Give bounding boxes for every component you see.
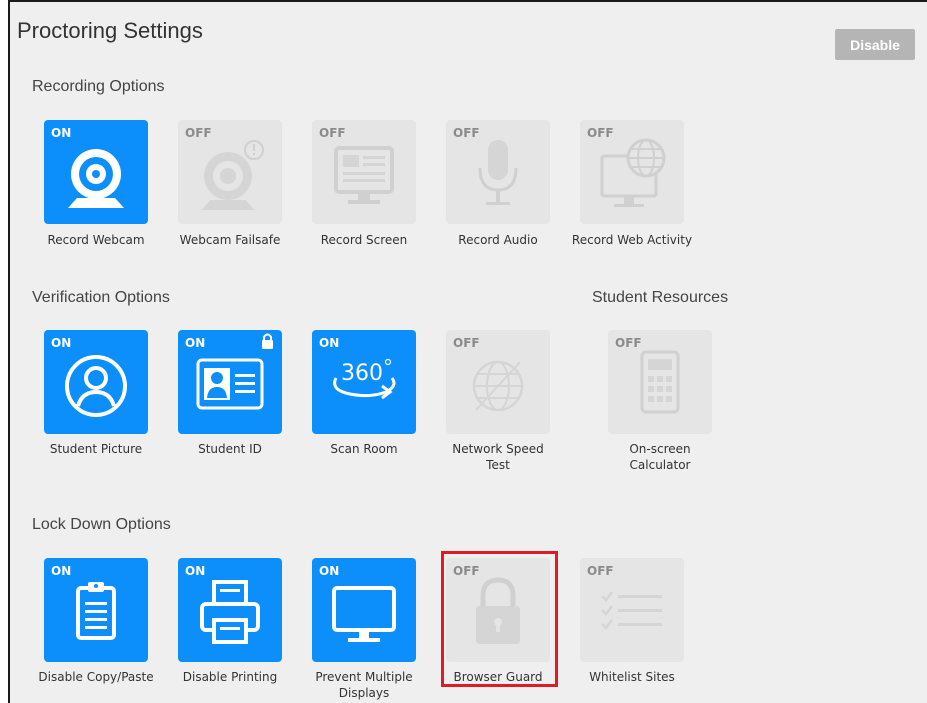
lock-icon [476, 577, 520, 644]
label-calculator: On-screen Calculator [598, 441, 722, 473]
label-webcam-failsafe: Webcam Failsafe [179, 233, 281, 247]
label-line: Displays [338, 686, 390, 700]
page-title: Proctoring Settings [17, 18, 203, 43]
section-title-resources: Student Resources [592, 289, 729, 306]
section-title-lockdown: Lock Down Options [32, 516, 171, 533]
label-record-screen: Record Screen [320, 233, 408, 247]
proctoring-settings-panel: Proctoring Settings Disable Recording Op… [8, 0, 927, 703]
label-network-speed: Network Speed Test [436, 441, 560, 473]
tile-record-webcam[interactable]: ON [44, 120, 148, 224]
tile-webcam-failsafe[interactable]: OFF [178, 120, 282, 224]
scan-room-icon-text: 360 [341, 361, 383, 386]
label-line: Network Speed [452, 442, 544, 456]
section-title-recording: Recording Options [32, 78, 165, 95]
user-circle-icon [65, 355, 127, 417]
tile-whitelist[interactable]: OFF [580, 558, 684, 662]
checklist-icon [601, 591, 662, 630]
tile-network-speed[interactable]: OFF [446, 330, 550, 434]
label-browser-guard: Browser Guard [453, 670, 543, 684]
tile-multiple-displays[interactable]: ON [312, 558, 416, 662]
rotate-360-icon: 360 [333, 358, 396, 400]
label-student-picture: Student Picture [49, 442, 143, 456]
webcam-icon [68, 149, 124, 208]
webcam-failsafe-icon [202, 140, 264, 210]
web-activity-icon [600, 138, 666, 207]
id-card-icon [196, 333, 273, 410]
tile-student-picture[interactable]: ON [44, 330, 148, 434]
monitor-icon [332, 586, 396, 642]
tile-scan-room[interactable]: ON 360 [312, 330, 416, 434]
label-whitelist: Whitelist Sites [589, 670, 675, 684]
screen-icon [334, 146, 394, 204]
clipboard-icon [76, 582, 116, 640]
label-record-webcam: Record Webcam [47, 233, 145, 247]
microphone-icon [478, 140, 518, 205]
tile-record-audio[interactable]: OFF [446, 120, 550, 224]
label-printing: Disable Printing [182, 670, 278, 684]
disable-button[interactable]: Disable [835, 29, 915, 60]
tile-browser-guard[interactable]: OFF [446, 558, 550, 662]
label-multiple-displays: Prevent Multiple Displays [302, 669, 426, 701]
label-line: Prevent Multiple [315, 670, 413, 684]
tile-copy-paste[interactable]: ON [44, 558, 148, 662]
printer-icon [200, 580, 260, 644]
label-record-audio: Record Audio [458, 233, 538, 247]
section-title-verification: Verification Options [32, 289, 170, 306]
tile-student-id[interactable]: ON [178, 330, 282, 434]
label-scan-room: Scan Room [330, 442, 398, 456]
label-line: On-screen [629, 442, 691, 456]
label-line: Test [486, 458, 510, 472]
label-student-id: Student ID [198, 442, 262, 456]
label-line: Calculator [629, 458, 691, 472]
tile-printing[interactable]: ON [178, 558, 282, 662]
tile-calculator[interactable]: OFF [608, 330, 712, 434]
tile-record-web-activity[interactable]: OFF [580, 120, 684, 224]
label-copy-paste: Disable Copy/Paste [38, 670, 154, 684]
tile-record-screen[interactable]: OFF [312, 120, 416, 224]
label-record-web-activity: Record Web Activity [571, 233, 693, 247]
calculator-icon [640, 350, 680, 414]
globe-icon [472, 360, 524, 412]
